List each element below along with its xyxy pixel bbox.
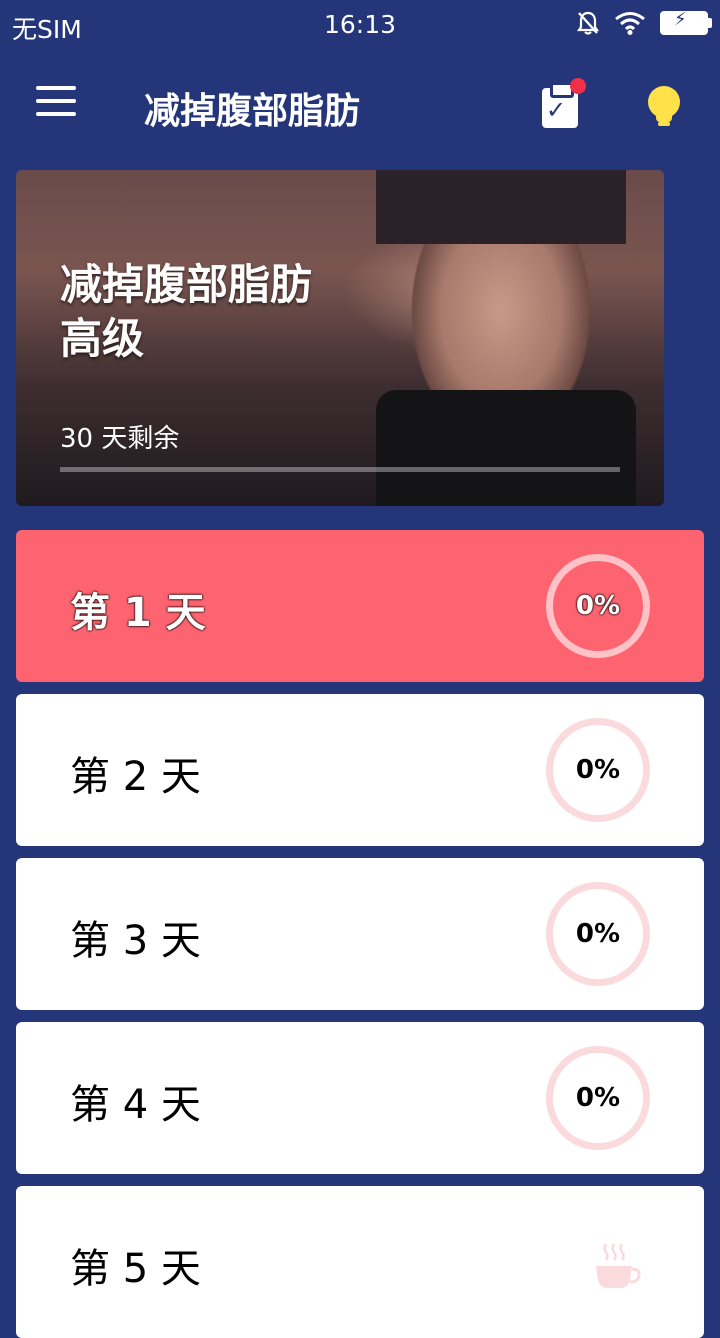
- day-card-3[interactable]: 第 3 天 0%: [16, 858, 704, 1010]
- progress-ring: 0%: [546, 882, 650, 986]
- progress-ring: 0%: [546, 718, 650, 822]
- progress-percent: 0%: [575, 1083, 621, 1113]
- menu-icon[interactable]: [36, 86, 76, 122]
- battery-icon: ⚡: [660, 9, 712, 35]
- bell-muted-icon: [576, 11, 600, 35]
- status-icons: ⚡: [576, 9, 712, 36]
- progress-ring: 0%: [546, 554, 650, 658]
- wifi-icon: [615, 12, 645, 35]
- clipboard-check-icon[interactable]: ✓: [540, 78, 586, 130]
- program-banner[interactable]: 减掉腹部脂肪 高级 30 天剩余: [16, 170, 664, 506]
- day-card-1[interactable]: 第 1 天 0%: [16, 530, 704, 682]
- lightbulb-icon[interactable]: [648, 86, 680, 130]
- coffee-cup-icon: [596, 1243, 641, 1288]
- progress-percent: 0%: [575, 591, 621, 621]
- day-label: 第 5 天: [70, 1246, 201, 1292]
- status-bar: 无SIM 16:13 ⚡: [0, 0, 720, 50]
- program-progress-bar: [60, 467, 620, 472]
- banner-title-line2: 高级: [60, 314, 145, 363]
- day-label: 第 1 天: [70, 590, 206, 636]
- day-card-2[interactable]: 第 2 天 0%: [16, 694, 704, 846]
- progress-percent: 0%: [575, 919, 621, 949]
- progress-percent: 0%: [575, 755, 621, 785]
- app-bar: 减掉腹部脂肪 ✓: [0, 52, 720, 162]
- day-label: 第 4 天: [70, 1082, 201, 1128]
- day-card-5[interactable]: 第 5 天: [16, 1186, 704, 1338]
- banner-title-line1: 减掉腹部脂肪: [60, 260, 313, 309]
- day-label: 第 2 天: [70, 754, 201, 800]
- days-remaining: 30 天剩余: [60, 424, 180, 454]
- day-label: 第 3 天: [70, 918, 201, 964]
- day-card-4[interactable]: 第 4 天 0%: [16, 1022, 704, 1174]
- progress-ring: 0%: [546, 1046, 650, 1150]
- banner-title: 减掉腹部脂肪 高级: [60, 258, 312, 366]
- notification-dot: [570, 78, 586, 94]
- page-title: 减掉腹部脂肪: [144, 91, 361, 132]
